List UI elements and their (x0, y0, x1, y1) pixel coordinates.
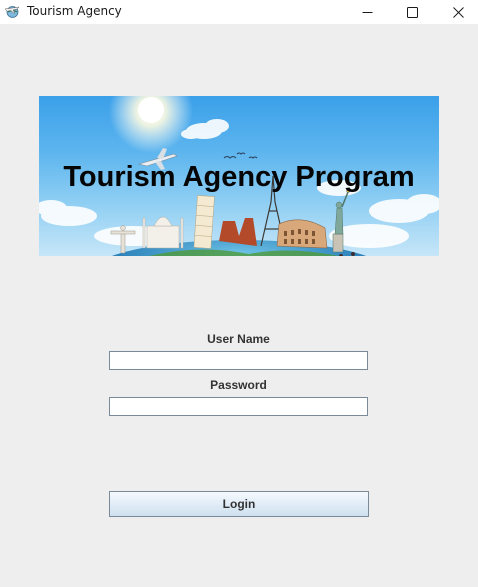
maximize-button[interactable] (389, 0, 435, 24)
airplane-globe-icon (4, 3, 21, 20)
minimize-button[interactable] (344, 0, 390, 24)
maximize-icon (406, 6, 418, 18)
password-input[interactable] (109, 397, 368, 416)
password-label: Password (210, 378, 267, 392)
username-input[interactable] (109, 351, 368, 370)
title-bar: Tourism Agency (0, 0, 478, 24)
colosseum-icon (276, 219, 328, 249)
username-label: User Name (207, 332, 270, 346)
minimize-icon (362, 7, 373, 18)
window-title: Tourism Agency (27, 4, 122, 18)
close-button[interactable] (435, 0, 478, 24)
login-button[interactable]: Login (109, 491, 369, 517)
tourism-banner-image: Tourism Agency Program (39, 96, 439, 256)
banner-title: Tourism Agency Program (63, 161, 415, 193)
leaning-tower-of-pisa-icon (193, 195, 215, 249)
close-icon (452, 6, 464, 18)
taj-mahal-icon (142, 216, 184, 249)
